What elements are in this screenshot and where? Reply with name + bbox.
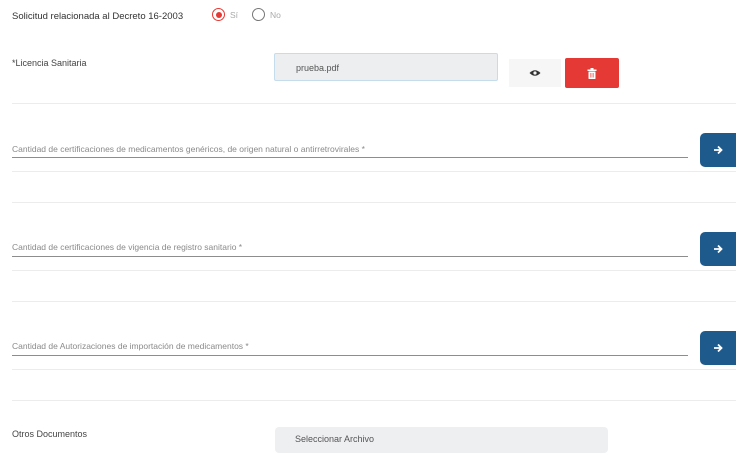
decree-question-label: Solicitud relacionada al Decreto 16-2003 (12, 11, 184, 22)
radio-no-label: No (270, 10, 281, 20)
divider (12, 369, 736, 370)
divider (12, 301, 736, 302)
arrow-right-icon (714, 244, 723, 254)
submit-genericos-button[interactable] (700, 133, 736, 167)
licencia-file-name: prueba.pdf (296, 63, 340, 73)
delete-file-button[interactable] (565, 58, 619, 88)
licencia-label: *Licencia Sanitaria (12, 58, 87, 68)
divider (12, 400, 736, 401)
input-genericos[interactable] (12, 157, 688, 158)
field-label-autorizaciones: Cantidad de Autorizaciones de importació… (12, 341, 249, 351)
select-file-button[interactable]: Seleccionar Archivo (275, 427, 608, 453)
divider (12, 171, 736, 172)
input-vigencia[interactable] (12, 256, 688, 257)
arrow-right-icon (714, 343, 723, 353)
otros-documentos-label: Otros Documentos (12, 429, 88, 439)
radio-si-label: Sí (230, 10, 239, 20)
submit-autorizaciones-button[interactable] (700, 331, 736, 365)
radio-no[interactable] (252, 8, 265, 21)
divider (12, 202, 736, 203)
input-autorizaciones[interactable] (12, 355, 688, 356)
licencia-file-display[interactable]: prueba.pdf (274, 53, 498, 81)
view-file-button[interactable] (509, 59, 561, 87)
trash-icon (587, 67, 597, 79)
divider (12, 103, 736, 104)
select-file-label: Seleccionar Archivo (295, 434, 375, 444)
field-label-genericos: Cantidad de certificaciones de medicamen… (12, 144, 365, 154)
eye-icon (529, 70, 541, 76)
radio-si[interactable] (212, 8, 225, 21)
divider (12, 270, 736, 271)
arrow-right-icon (714, 145, 723, 155)
submit-vigencia-button[interactable] (700, 232, 736, 266)
field-label-vigencia: Cantidad de certificaciones de vigencia … (12, 242, 243, 252)
